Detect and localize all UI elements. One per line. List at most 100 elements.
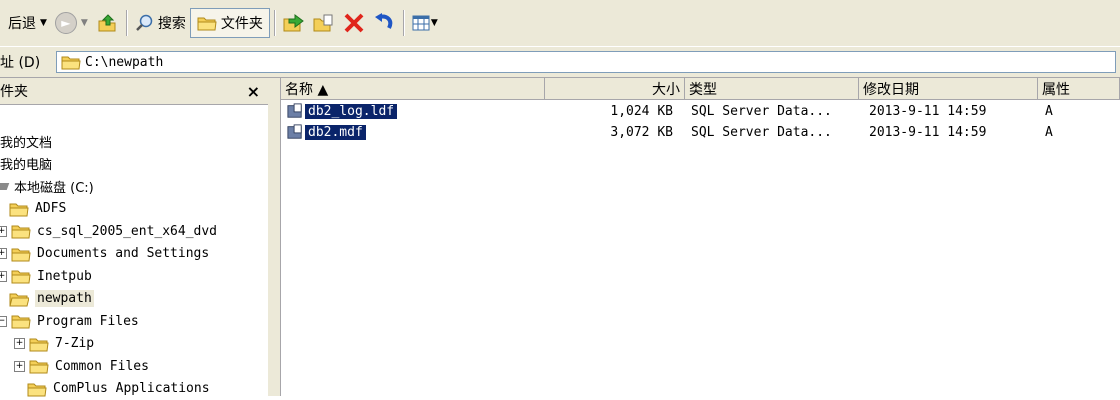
file-size: 1,024 KB (610, 104, 673, 119)
address-input[interactable]: C:\newpath (56, 51, 1116, 73)
forward-button[interactable]: ► ▼ (51, 8, 92, 38)
folder-icon (29, 338, 49, 351)
column-headers: 名称 ▲ 大小 类型 修改日期 属性 (281, 78, 1120, 100)
toolbar-separator (125, 10, 127, 36)
folder-tree-pane: 件夹 × 我的文档我的电脑本地磁盘 (C:) ADFS + cs_sql_2005_e… (0, 78, 269, 396)
tree-item[interactable]: + Inetpub (0, 265, 92, 287)
forward-arrow-icon: ► (54, 12, 77, 34)
search-icon (135, 14, 153, 31)
folder-icon (11, 315, 31, 329)
folder-icon (29, 360, 49, 374)
folder-pane-title: 件夹 (0, 84, 28, 100)
file-attributes: A (1045, 104, 1053, 119)
tree-item[interactable]: 本地磁盘 (C:) (0, 175, 94, 197)
address-label: 址 (D) (0, 55, 41, 71)
undo-arrow-icon (374, 13, 393, 29)
delete-button[interactable] (339, 8, 369, 38)
tree-item-label: Documents and Settings (37, 246, 210, 261)
delete-x-icon (344, 13, 364, 33)
tree-item-label: ADFS (35, 201, 67, 216)
tree-item[interactable]: newpath (0, 288, 94, 310)
file-row[interactable]: db2.mdf 3,072 KB SQL Server Data... 2013-9-… (281, 122, 1120, 144)
move-to-folder-icon (283, 14, 304, 32)
file-type: SQL Server Data... (691, 104, 832, 119)
column-header-size[interactable]: 大小 (545, 78, 685, 100)
folder-icon (9, 293, 29, 306)
tree-item[interactable]: + cs_sql_2005_ent_x64_dvd (0, 220, 217, 242)
toolbar-separator (402, 10, 404, 36)
column-header-type[interactable]: 类型 (685, 78, 859, 100)
move-to-button[interactable] (279, 8, 309, 38)
tree-item-label: 我的电脑 (0, 158, 53, 173)
folder-icon (9, 203, 29, 216)
file-size: 3,072 KB (610, 125, 673, 140)
search-button[interactable]: 搜索 (131, 8, 190, 38)
tree-expander-icon[interactable]: + (14, 338, 25, 349)
tree-item[interactable]: ADFS (0, 198, 66, 220)
file-attributes: A (1045, 125, 1053, 140)
copy-to-button[interactable] (309, 8, 339, 38)
column-header-name[interactable]: 名称 ▲ (281, 78, 545, 100)
folder-icon (11, 225, 31, 239)
folder-icon (27, 383, 47, 396)
forward-dropdown-icon[interactable]: ▼ (81, 18, 88, 28)
up-folder-button[interactable] (92, 8, 122, 38)
file-name-cell[interactable]: db2_log.ldf (287, 103, 398, 119)
views-button[interactable]: ▼ (408, 8, 442, 38)
toolbar: 后退 ▼ ► ▼ 搜索 文件夹 ▼ (0, 0, 1120, 46)
tree-expander-icon[interactable]: + (0, 270, 7, 282)
tree-expander-icon[interactable]: + (14, 360, 25, 372)
tree-item[interactable]: ComPlus Applications (14, 378, 210, 400)
tree-item-label: ComPlus Applications (53, 381, 210, 396)
folders-button[interactable]: 文件夹 (189, 8, 270, 38)
copy-to-folder-icon (313, 14, 333, 32)
file-name: db2.mdf (305, 124, 366, 140)
tree-item-label: newpath (35, 290, 94, 307)
tree-expander-icon[interactable]: + (0, 248, 7, 259)
tree-expander-icon[interactable]: − (0, 315, 7, 327)
tree-item[interactable]: 我的电脑 (0, 153, 52, 175)
file-name: db2_log.ldf (305, 103, 398, 119)
folders-label: 文件夹 (220, 16, 263, 32)
tree-expander-icon[interactable]: + (0, 225, 7, 237)
address-bar: 址 (D) C:\newpath (0, 46, 1120, 78)
column-header-modified[interactable]: 修改日期 (859, 78, 1038, 100)
file-modified-date: 2013-9-11 14:59 (869, 104, 987, 119)
views-grid-icon (412, 15, 430, 31)
drive-icon (0, 182, 10, 190)
tree-item-label: Program Files (37, 313, 139, 329)
search-label: 搜索 (157, 16, 186, 32)
tree-item[interactable]: − Program Files (0, 310, 139, 332)
database-file-icon (287, 103, 302, 118)
tree-item-label: 7-Zip (55, 336, 95, 351)
views-dropdown-icon[interactable]: ▼ (431, 18, 438, 28)
tree-item-label: 本地磁盘 (C:) (14, 180, 94, 196)
tree-item[interactable]: + Common Files (14, 355, 149, 377)
folder-icon (11, 248, 31, 261)
folder-icon (61, 56, 81, 70)
database-file-icon (287, 124, 302, 139)
folder-icon (197, 17, 217, 31)
pane-splitter[interactable] (268, 78, 281, 396)
column-header-attributes[interactable]: 属性 (1038, 78, 1120, 100)
toolbar-separator (273, 10, 275, 36)
tree-item[interactable]: + Documents and Settings (0, 243, 209, 265)
file-list: 名称 ▲ 大小 类型 修改日期 属性 db2_log.ldf 1,024 KB SQ… (281, 78, 1120, 396)
back-dropdown-icon[interactable]: ▼ (40, 18, 47, 28)
folder-icon (11, 270, 31, 284)
tree-item-label: 我的文档 (0, 135, 53, 151)
tree-item-label: cs_sql_2005_ent_x64_dvd (37, 223, 218, 239)
tree-item[interactable]: 我的文档 (0, 130, 52, 152)
back-button[interactable]: 后退 ▼ (4, 8, 51, 38)
file-name-cell[interactable]: db2.mdf (287, 124, 366, 140)
close-icon[interactable]: × (247, 82, 260, 101)
file-modified-date: 2013-9-11 14:59 (869, 125, 987, 140)
file-row[interactable]: db2_log.ldf 1,024 KB SQL Server Data... 201… (281, 101, 1120, 123)
tree-item[interactable]: +7-Zip (14, 333, 94, 355)
file-type: SQL Server Data... (691, 125, 832, 140)
up-folder-icon (98, 14, 116, 32)
undo-button[interactable] (369, 8, 399, 38)
